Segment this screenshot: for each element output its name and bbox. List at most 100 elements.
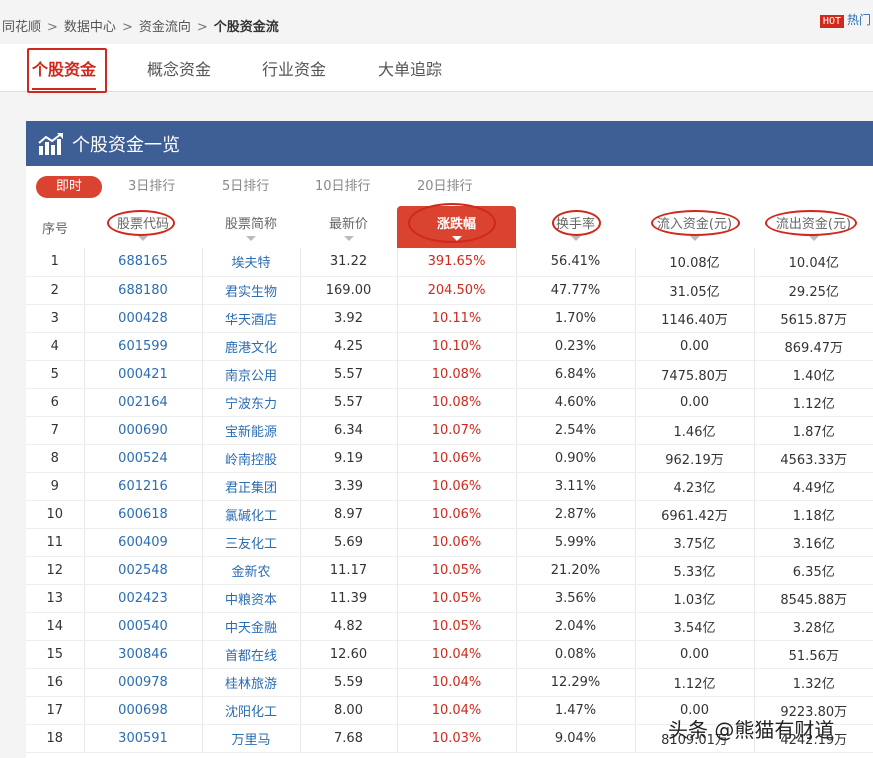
column-header-turnover[interactable]: 换手率 [516, 206, 635, 248]
table-row[interactable]: 14 000540 中天金融 4.82 10.05% 2.04% 3.54亿 3.28亿 [26, 612, 873, 641]
stock-name-link[interactable]: 岭南控股 [202, 444, 301, 473]
stock-name-link[interactable]: 埃夫特 [202, 248, 301, 277]
table-row[interactable]: 8 000524 岭南控股 9.19 10.06% 0.90% 962.19万 4563.33… [26, 444, 873, 473]
tab-concept-funds[interactable]: 概念资金 [147, 56, 211, 80]
stock-code-link[interactable]: 300846 [84, 640, 203, 669]
stock-code-link[interactable]: 688165 [84, 248, 203, 277]
breadcrumb-item[interactable]: 同花顺 [2, 16, 41, 35]
table-row[interactable]: 1 688165 埃夫特 31.22 391.65% 56.41% 10.08亿 10.04亿 [26, 248, 873, 277]
breadcrumb-item[interactable]: 数据中心 [64, 16, 116, 35]
table-row[interactable]: 9 601216 君正集团 3.39 10.06% 3.11% 4.23亿 4.49亿 [26, 472, 873, 501]
column-header-name[interactable]: 股票简称 [202, 206, 300, 248]
stock-name-link[interactable]: 三友化工 [202, 528, 301, 557]
stock-name-link[interactable]: 沈阳化工 [202, 696, 301, 725]
change-percent: 10.10% [397, 332, 517, 361]
table-row[interactable]: 12 002548 金新农 11.17 10.05% 21.20% 5.33亿 6.35亿 [26, 556, 873, 585]
table-row[interactable]: 2 688180 君实生物 169.00 204.50% 47.77% 31.05亿 29.2… [26, 276, 873, 305]
change-percent: 10.08% [397, 388, 517, 417]
stock-code-link[interactable]: 002423 [84, 584, 203, 613]
change-percent: 10.06% [397, 444, 517, 473]
subtab-10day[interactable]: 10日排行 [315, 176, 371, 198]
stock-code-link[interactable]: 600409 [84, 528, 203, 557]
change-percent: 10.04% [397, 640, 517, 669]
table-row[interactable]: 16 000978 桂林旅游 5.59 10.04% 12.29% 1.12亿 1.32亿 [26, 668, 873, 697]
stock-name-link[interactable]: 君实生物 [202, 276, 301, 305]
table-row[interactable]: 11 600409 三友化工 5.69 10.06% 5.99% 3.75亿 3.16亿 [26, 528, 873, 557]
stock-name-link[interactable]: 万里马 [202, 724, 301, 753]
stock-code-link[interactable]: 300591 [84, 724, 203, 753]
table-row[interactable]: 10 600618 氯碱化工 8.97 10.06% 2.87% 6961.42万 1.18亿 [26, 500, 873, 529]
table-row[interactable]: 6 002164 宁波东力 5.57 10.08% 4.60% 0.00 1.12亿 [26, 388, 873, 417]
stock-code-link[interactable]: 002164 [84, 388, 203, 417]
column-header-price[interactable]: 最新价 [300, 206, 397, 248]
latest-price: 11.39 [300, 584, 398, 613]
table-row[interactable]: 7 000690 宝新能源 6.34 10.07% 2.54% 1.46亿 1.87亿 [26, 416, 873, 445]
tab-large-order-tracking[interactable]: 大单追踪 [378, 56, 442, 80]
stock-name-link[interactable]: 宝新能源 [202, 416, 301, 445]
stock-code-link[interactable]: 000540 [84, 612, 203, 641]
stock-code-link[interactable]: 601216 [84, 472, 203, 501]
subtab-20day[interactable]: 20日排行 [417, 176, 473, 198]
column-header-outflow[interactable]: 流出资金(元) [754, 206, 873, 248]
stock-code-link[interactable]: 600618 [84, 500, 203, 529]
outflow-amount: 1.32亿 [754, 668, 873, 697]
stock-name-link[interactable]: 南京公用 [202, 360, 301, 389]
row-index: 7 [26, 416, 85, 445]
stock-name-link[interactable]: 宁波东力 [202, 388, 301, 417]
table-row[interactable]: 3 000428 华天酒店 3.92 10.11% 1.70% 1146.40万 5615.8… [26, 304, 873, 333]
latest-price: 5.57 [300, 388, 398, 417]
hot-link[interactable]: HOT 热门 [819, 11, 871, 28]
change-percent: 204.50% [397, 276, 517, 305]
column-header-label: 换手率 [555, 217, 595, 232]
stock-code-link[interactable]: 000978 [84, 668, 203, 697]
column-header-label: 最新价 [328, 217, 368, 232]
change-percent: 10.07% [397, 416, 517, 445]
subtab-3day[interactable]: 3日排行 [128, 176, 175, 198]
turnover-rate: 0.90% [516, 444, 636, 473]
tab-label: 概念资金 [147, 60, 212, 79]
tab-stock-funds[interactable]: 个股资金 [32, 56, 97, 90]
breadcrumb-item[interactable]: 资金流向 [139, 16, 191, 35]
stock-code-link[interactable]: 000428 [84, 304, 203, 333]
stock-name-link[interactable]: 氯碱化工 [202, 500, 301, 529]
stock-code-link[interactable]: 688180 [84, 276, 203, 305]
row-index: 12 [26, 556, 85, 585]
table-row[interactable]: 13 002423 中粮资本 11.39 10.05% 3.56% 1.03亿 8545.88… [26, 584, 873, 613]
table-row[interactable]: 15 300846 首都在线 12.60 10.04% 0.08% 0.00 51.56万 [26, 640, 873, 669]
turnover-rate: 1.70% [516, 304, 636, 333]
latest-price: 169.00 [300, 276, 398, 305]
stock-code-link[interactable]: 000698 [84, 696, 203, 725]
change-percent: 10.11% [397, 304, 517, 333]
tab-label: 行业资金 [262, 60, 327, 79]
table-row[interactable]: 4 601599 鹿港文化 4.25 10.10% 0.23% 0.00 869.47万 [26, 332, 873, 361]
column-header-inflow[interactable]: 流入资金(元) [635, 206, 754, 248]
stock-code-link[interactable]: 601599 [84, 332, 203, 361]
stock-name-link[interactable]: 中粮资本 [202, 584, 301, 613]
stock-name-link[interactable]: 首都在线 [202, 640, 301, 669]
chart-trend-icon [38, 132, 63, 155]
stock-name-link[interactable]: 华天酒店 [202, 304, 301, 333]
stock-name-link[interactable]: 桂林旅游 [202, 668, 301, 697]
stock-name-link[interactable]: 金新农 [202, 556, 301, 585]
latest-price: 6.34 [300, 416, 398, 445]
range-subtabs: 即时 3日排行 5日排行 10日排行 20日排行 [26, 166, 873, 206]
column-header-change[interactable]: 涨跌幅 [397, 206, 516, 248]
tab-industry-funds[interactable]: 行业资金 [262, 56, 326, 80]
stock-code-link[interactable]: 000690 [84, 416, 203, 445]
subtab-realtime[interactable]: 即时 [36, 176, 103, 198]
inflow-amount: 0.00 [635, 640, 755, 669]
subtab-5day[interactable]: 5日排行 [222, 176, 269, 198]
table-row[interactable]: 5 000421 南京公用 5.57 10.08% 6.84% 7475.80万 1.40亿 [26, 360, 873, 389]
stock-code-link[interactable]: 002548 [84, 556, 203, 585]
column-header-label: 流出资金(元) [775, 217, 852, 232]
stock-code-link[interactable]: 000421 [84, 360, 203, 389]
row-index: 16 [26, 668, 85, 697]
turnover-rate: 56.41% [516, 248, 636, 277]
watermark: 头条 @熊猫有财道 [668, 718, 835, 742]
column-header-code[interactable]: 股票代码 [84, 206, 202, 248]
stock-name-link[interactable]: 鹿港文化 [202, 332, 301, 361]
sort-arrow-icon [570, 236, 581, 241]
stock-code-link[interactable]: 000524 [84, 444, 203, 473]
stock-name-link[interactable]: 中天金融 [202, 612, 301, 641]
stock-name-link[interactable]: 君正集团 [202, 472, 301, 501]
